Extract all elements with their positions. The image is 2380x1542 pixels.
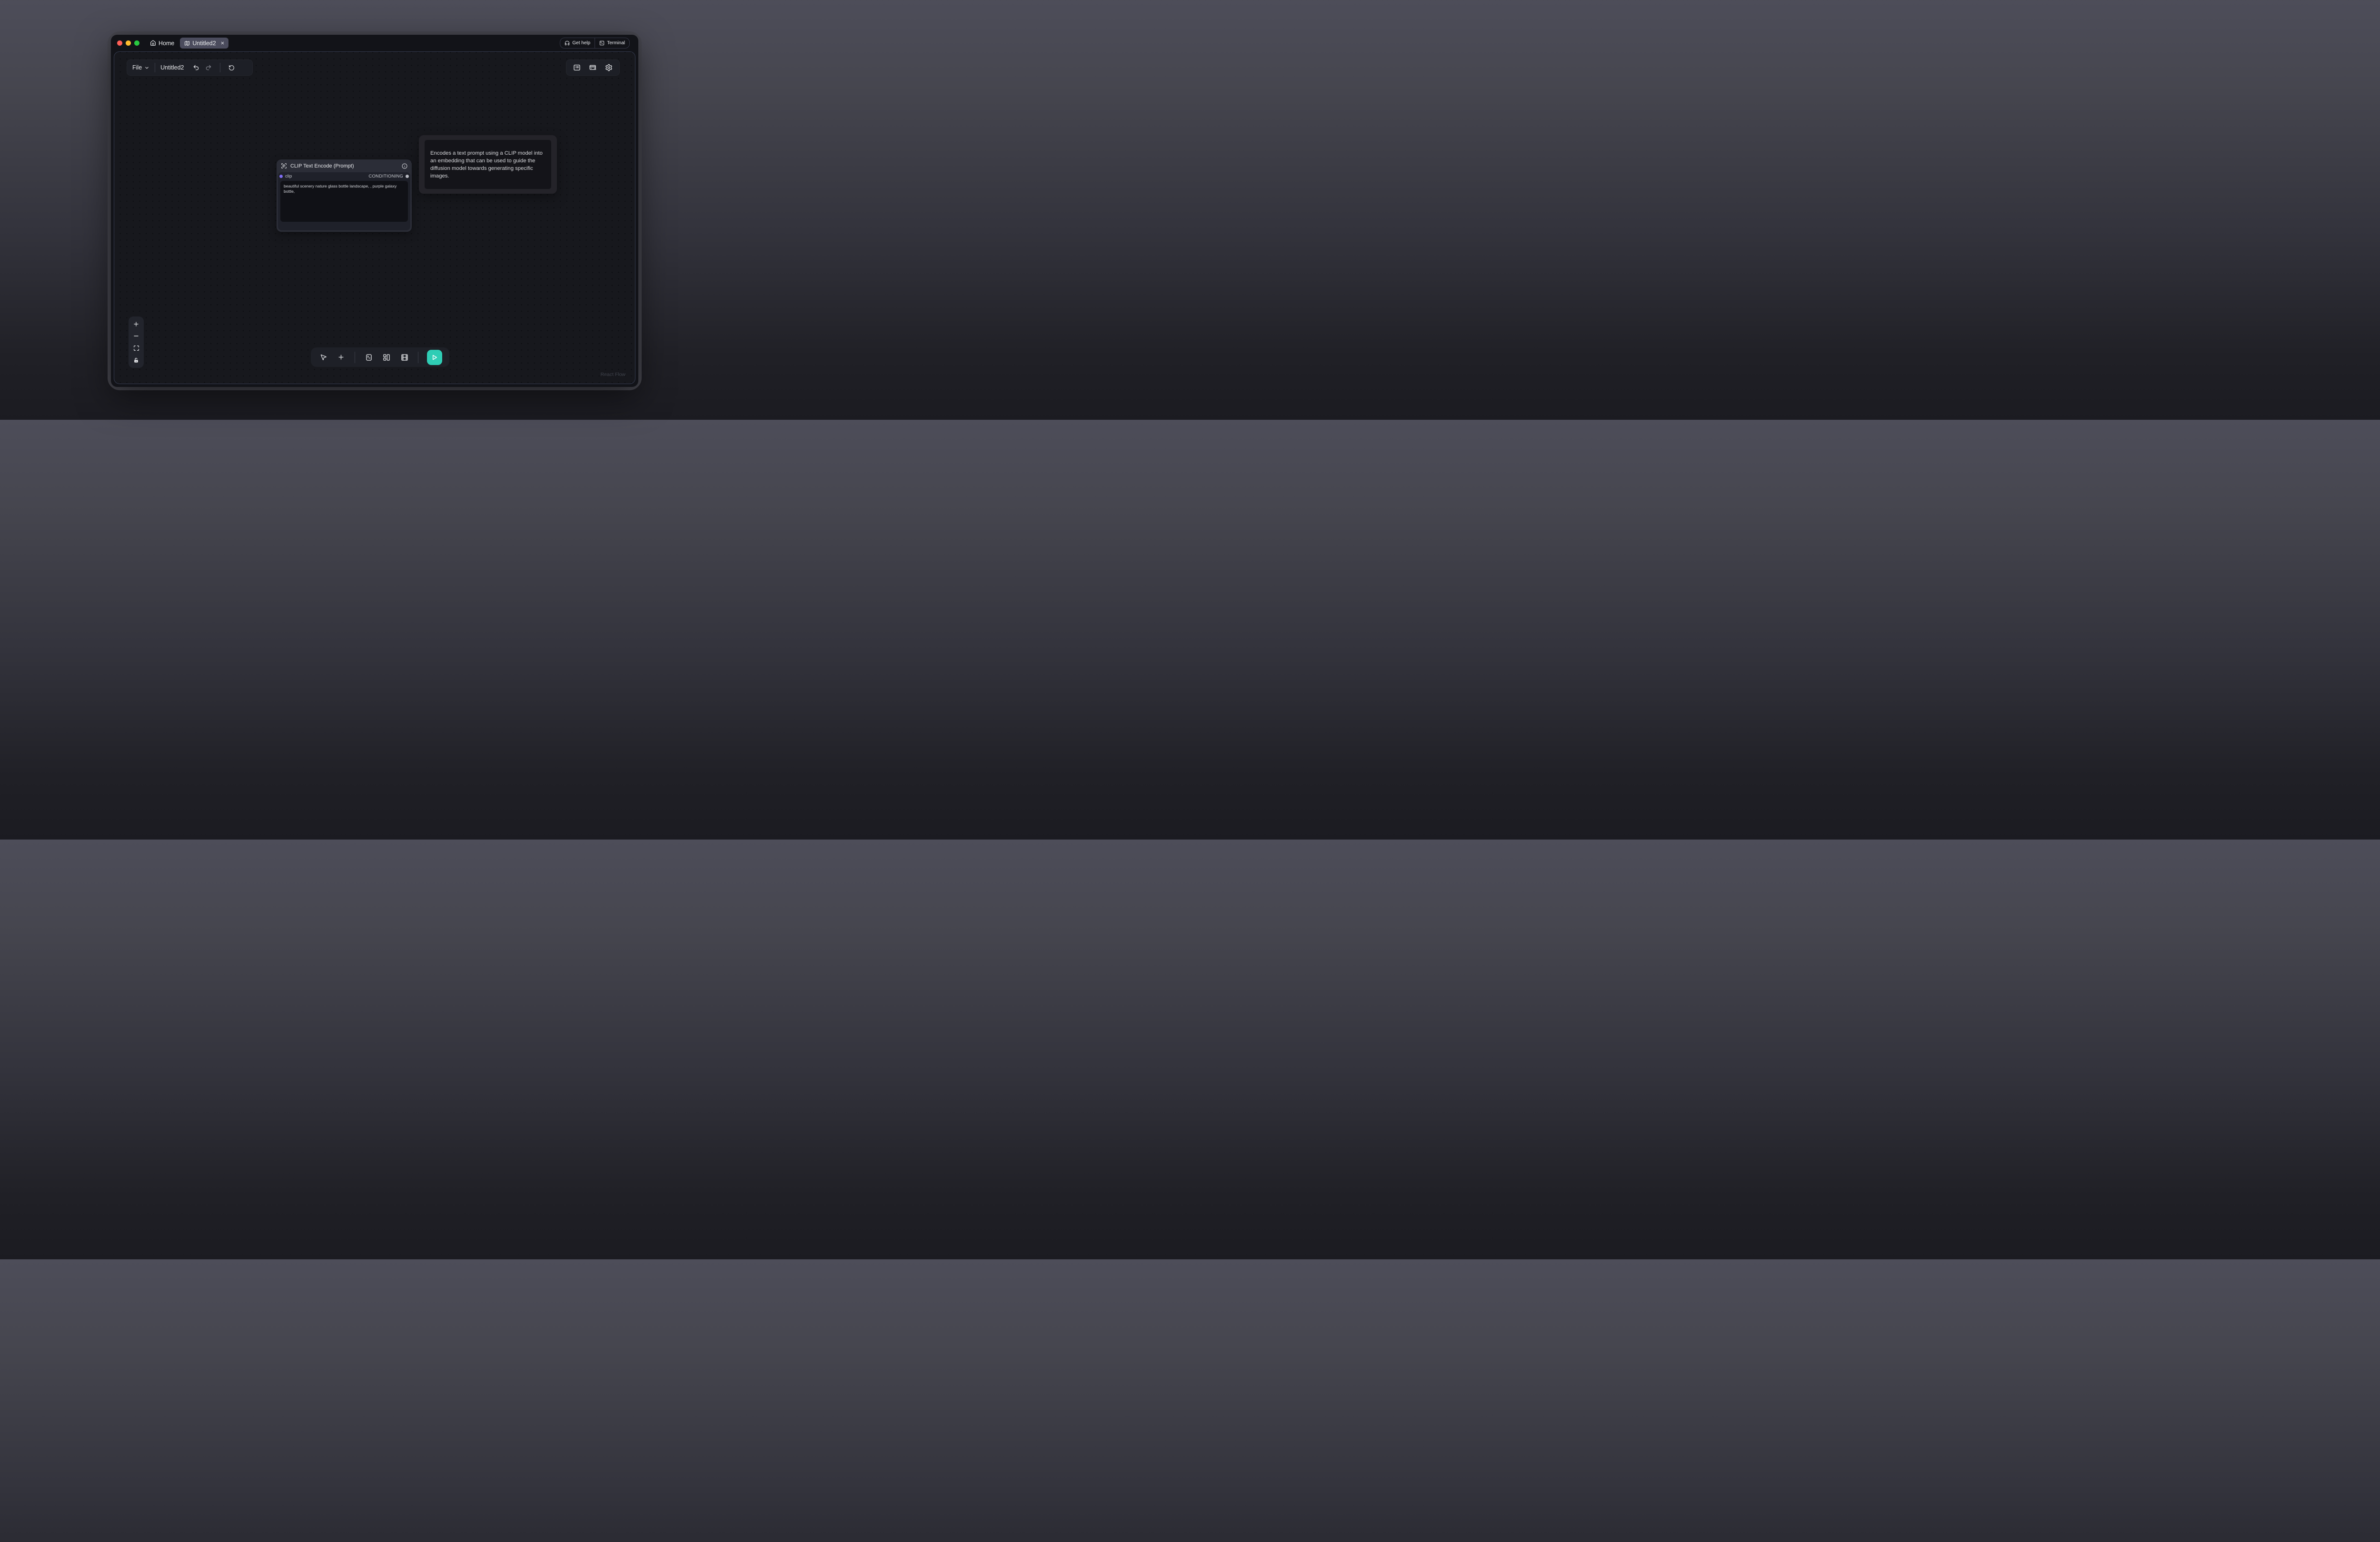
settings-gear-icon [605, 64, 613, 71]
input-slot-label: clip [285, 174, 292, 179]
headphones-icon [565, 40, 570, 46]
node-slot-row: clip CONDITIONING [278, 172, 410, 180]
zoom-in-button[interactable] [131, 319, 141, 329]
terminal-panel-icon [365, 354, 373, 361]
terminal-panel-button[interactable] [363, 351, 374, 364]
node-description-text: Encodes a text prompt using a CLIP model… [425, 140, 551, 189]
app-window: Home Untitled2 Get help Termina [111, 35, 638, 387]
plus-icon [337, 354, 345, 361]
credits-alert-icon [589, 64, 597, 71]
redo-icon [205, 64, 212, 71]
workflows-panel-button[interactable] [571, 61, 583, 74]
map-icon [184, 40, 190, 46]
close-window-button[interactable] [117, 40, 122, 46]
credits-alert-button[interactable] [587, 61, 599, 74]
undo-button[interactable] [190, 61, 202, 74]
house-icon [150, 40, 156, 46]
node-header[interactable]: CLIP Text Encode (Prompt) [277, 159, 412, 172]
tab-home[interactable]: Home [146, 38, 178, 49]
workflow-canvas[interactable]: File Untitled2 [114, 51, 635, 384]
node-title: CLIP Text Encode (Prompt) [290, 163, 398, 169]
node-body: clip CONDITIONING beautiful scenery natu… [278, 172, 410, 230]
node-library-button[interactable] [381, 351, 392, 364]
refresh-button[interactable] [226, 61, 238, 74]
input-port-icon[interactable] [279, 175, 283, 178]
get-help-label: Get help [572, 40, 590, 46]
run-workflow-button[interactable] [427, 350, 442, 365]
tab-untitled2[interactable]: Untitled2 [180, 38, 228, 49]
reactflow-watermark[interactable]: React Flow [600, 372, 625, 377]
workflows-panel-icon [573, 64, 581, 71]
output-port-icon[interactable] [406, 175, 409, 178]
minus-icon [133, 333, 139, 339]
node-description-card: Encodes a text prompt using a CLIP model… [419, 135, 557, 194]
terminal-button[interactable]: Terminal [595, 38, 629, 48]
panel-toolbar [566, 59, 620, 76]
prompt-textarea[interactable]: beautiful scenery nature glass bottle la… [280, 181, 408, 222]
output-slot-conditioning[interactable]: CONDITIONING [368, 174, 409, 179]
terminal-icon [599, 40, 605, 46]
bottom-toolbar [311, 347, 449, 367]
node-clip-text-encode[interactable]: CLIP Text Encode (Prompt) clip CONDITION… [277, 159, 412, 232]
redo-button[interactable] [202, 61, 215, 74]
refresh-icon [228, 65, 235, 71]
canvas-toolbar: File Untitled2 [127, 59, 253, 76]
tab-home-label: Home [159, 40, 174, 47]
unlock-icon [133, 357, 139, 364]
film-icon [401, 354, 408, 361]
close-tab-icon[interactable] [220, 41, 225, 45]
traffic-lights [117, 40, 139, 46]
lock-toggle-button[interactable] [131, 356, 141, 365]
zoom-controls [129, 316, 144, 368]
file-menu-label: File [132, 64, 142, 71]
input-slot-clip[interactable]: clip [279, 174, 292, 179]
fit-view-icon [133, 345, 139, 351]
minimize-window-button[interactable] [126, 40, 131, 46]
file-menu-button[interactable]: File [132, 64, 149, 71]
settings-gear-button[interactable] [603, 61, 615, 74]
tab-untitled2-label: Untitled2 [192, 40, 216, 47]
info-icon[interactable] [402, 163, 407, 169]
get-help-button[interactable]: Get help [560, 38, 595, 48]
play-icon [431, 354, 438, 361]
output-slot-label: CONDITIONING [368, 174, 403, 179]
terminal-label: Terminal [607, 40, 625, 46]
desktop-background: { "tab_bar": { "home": "Home", "workflow… [0, 0, 746, 420]
maximize-window-button[interactable] [134, 40, 139, 46]
chevron-down-icon [144, 65, 149, 70]
plus-icon [133, 321, 139, 327]
node-library-icon [383, 354, 390, 361]
tabbar-right-group: Get help Terminal [560, 38, 630, 49]
scan-text-icon [281, 163, 287, 169]
templates-button[interactable] [399, 351, 410, 364]
mouse-pointer-icon [320, 354, 327, 361]
workflow-title: Untitled2 [160, 64, 184, 71]
add-node-button[interactable] [336, 351, 347, 364]
select-tool-button[interactable] [318, 351, 329, 364]
fit-view-button[interactable] [131, 344, 141, 353]
undo-icon [193, 64, 199, 71]
zoom-out-button[interactable] [131, 331, 141, 341]
tab-bar: Home Untitled2 Get help Termina [111, 35, 638, 51]
